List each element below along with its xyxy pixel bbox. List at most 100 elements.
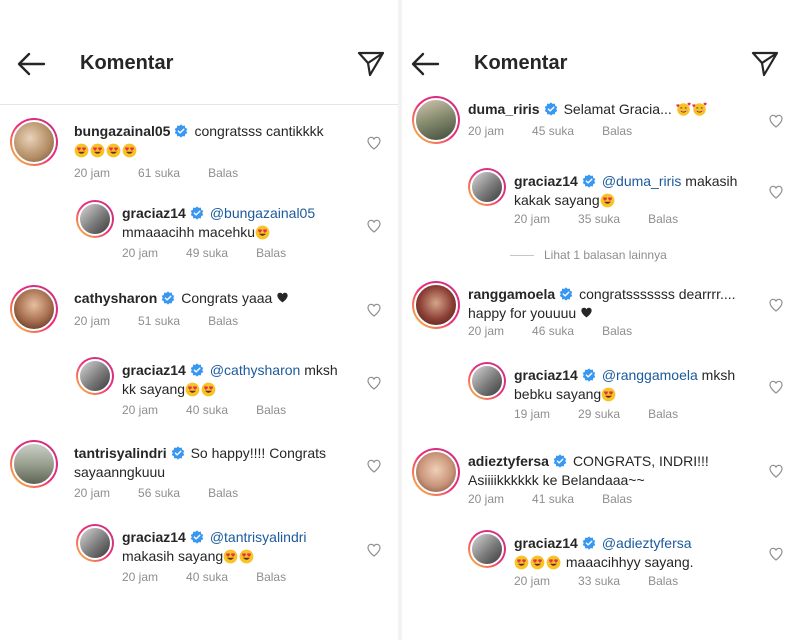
comment-username[interactable]: tantrisyalindri xyxy=(74,445,167,461)
like-count[interactable]: 61 suka xyxy=(138,166,180,180)
verified-badge-icon xyxy=(582,174,596,188)
reply-username[interactable]: graciaz14 xyxy=(122,529,186,545)
reply-username[interactable]: graciaz14 xyxy=(122,205,186,221)
like-count[interactable]: 40 suka xyxy=(186,570,228,584)
reply-button[interactable]: Balas xyxy=(256,570,286,584)
heart-outline-icon[interactable] xyxy=(768,463,784,479)
avatar[interactable] xyxy=(76,357,114,395)
comment-username[interactable]: cathysharon xyxy=(74,290,157,306)
avatar[interactable] xyxy=(412,448,460,496)
heart-outline-icon[interactable] xyxy=(366,135,382,151)
verified-badge-icon xyxy=(190,206,204,220)
heart-eyes-emoji-icon xyxy=(74,143,89,158)
heart-outline-icon[interactable] xyxy=(768,113,784,129)
reply-button[interactable]: Balas xyxy=(208,166,238,180)
reply-button[interactable]: Balas xyxy=(648,574,678,588)
reply-text: graciaz14 @cathysharon mksh kk sayang xyxy=(122,362,338,397)
comment-time: 20 jam xyxy=(122,246,159,260)
comment-text: ranggamoela congratsssssss dearrrr.... ha… xyxy=(468,286,736,321)
heart-eyes-emoji-icon xyxy=(185,382,200,397)
like-count[interactable]: 49 suka xyxy=(186,246,228,260)
view-more-line xyxy=(510,255,534,257)
like-count[interactable]: 33 suka xyxy=(578,574,620,588)
comment-text: tantrisyalindri So happy!!!! Congrats say… xyxy=(74,445,327,480)
comment-text: duma_riris Selamat Gracia... xyxy=(468,100,764,119)
avatar[interactable] xyxy=(412,281,460,329)
like-count[interactable]: 56 suka xyxy=(138,486,180,500)
like-count[interactable]: 40 suka xyxy=(186,403,228,417)
send-button[interactable] xyxy=(356,48,386,78)
reply-button[interactable]: Balas xyxy=(208,486,238,500)
heart-outline-icon[interactable] xyxy=(768,184,784,200)
reply-button[interactable]: Balas xyxy=(256,403,286,417)
comment-time: 20 jam xyxy=(514,574,551,588)
heart-outline-icon[interactable] xyxy=(768,379,784,395)
reply-button[interactable]: Balas xyxy=(602,492,632,506)
heart-outline-icon[interactable] xyxy=(768,546,784,562)
reply-button[interactable]: Balas xyxy=(602,124,632,138)
reply-username[interactable]: graciaz14 xyxy=(122,362,186,378)
reply-button[interactable]: Balas xyxy=(256,246,286,260)
reply-text: graciaz14 @ranggamoela mksh bebku sayang xyxy=(514,367,736,402)
comment-meta: 20 jam 41 suka Balas xyxy=(468,492,660,506)
comment-username[interactable]: bungazainal05 xyxy=(74,123,170,139)
like-count[interactable]: 46 suka xyxy=(532,324,574,338)
heart-outline-icon[interactable] xyxy=(366,375,382,391)
avatar[interactable] xyxy=(10,440,58,488)
like-count[interactable]: 45 suka xyxy=(532,124,574,138)
smiling-hearts-emoji-icon xyxy=(676,102,691,117)
comment-meta: 20 jam 35 suka Balas xyxy=(514,212,706,226)
avatar[interactable] xyxy=(468,530,506,568)
avatar[interactable] xyxy=(468,362,506,400)
back-button[interactable] xyxy=(16,50,48,78)
comment-meta: 20 jam 49 suka Balas xyxy=(122,246,314,260)
like-count[interactable]: 41 suka xyxy=(532,492,574,506)
reply-button[interactable]: Balas xyxy=(648,212,678,226)
avatar[interactable] xyxy=(76,524,114,562)
avatar[interactable] xyxy=(412,96,460,144)
avatar[interactable] xyxy=(76,200,114,238)
reply-username[interactable]: graciaz14 xyxy=(514,535,578,551)
heart-outline-icon[interactable] xyxy=(366,542,382,558)
mention-link[interactable]: @adieztyfersa xyxy=(602,535,692,551)
back-arrow-icon xyxy=(17,52,46,76)
send-button[interactable] xyxy=(750,48,780,78)
comment-username[interactable]: duma_riris xyxy=(468,101,540,117)
avatar[interactable] xyxy=(10,118,58,166)
like-count[interactable]: 35 suka xyxy=(578,212,620,226)
verified-badge-icon xyxy=(582,536,596,550)
black-heart-icon xyxy=(580,306,593,319)
heart-eyes-emoji-icon xyxy=(201,382,216,397)
reply-button[interactable]: Balas xyxy=(602,324,632,338)
back-button[interactable] xyxy=(410,50,442,78)
verified-badge-icon xyxy=(559,287,573,301)
mention-link[interactable]: @duma_riris xyxy=(602,173,682,189)
reply-text: graciaz14 @adieztyfersa maaacihhyy sayang… xyxy=(514,535,694,570)
page-title: Komentar xyxy=(474,52,568,74)
avatar[interactable] xyxy=(468,168,506,206)
mention-link[interactable]: @tantrisyalindri xyxy=(210,529,307,545)
reply-button[interactable]: Balas xyxy=(648,407,678,421)
comment-username[interactable]: adieztyfersa xyxy=(468,453,549,469)
comment-time: 20 jam xyxy=(468,492,505,506)
comment-username[interactable]: ranggamoela xyxy=(468,286,555,302)
heart-outline-icon[interactable] xyxy=(366,218,382,234)
reply-username[interactable]: graciaz14 xyxy=(514,367,578,383)
heart-eyes-emoji-icon xyxy=(90,143,105,158)
black-heart-icon xyxy=(276,291,289,304)
mention-link[interactable]: @ranggamoela xyxy=(602,367,698,383)
view-more-replies[interactable]: Lihat 1 balasan lainnya xyxy=(510,248,667,262)
verified-badge-icon xyxy=(544,102,558,116)
reply-button[interactable]: Balas xyxy=(208,314,238,328)
heart-eyes-emoji-icon xyxy=(239,549,254,564)
avatar[interactable] xyxy=(10,285,58,333)
reply-username[interactable]: graciaz14 xyxy=(514,173,578,189)
verified-badge-icon xyxy=(161,291,175,305)
like-count[interactable]: 51 suka xyxy=(138,314,180,328)
heart-outline-icon[interactable] xyxy=(768,297,784,313)
heart-outline-icon[interactable] xyxy=(366,302,382,318)
heart-outline-icon[interactable] xyxy=(366,458,382,474)
like-count[interactable]: 29 suka xyxy=(578,407,620,421)
mention-link[interactable]: @bungazainal05 xyxy=(210,205,315,221)
mention-link[interactable]: @cathysharon xyxy=(210,362,300,378)
